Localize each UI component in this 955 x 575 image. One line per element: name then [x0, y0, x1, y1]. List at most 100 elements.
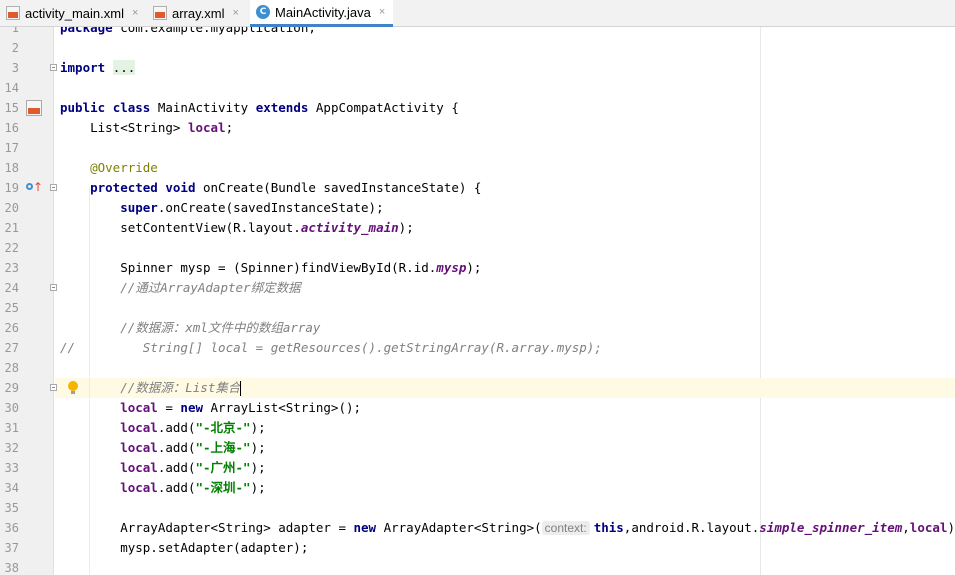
line-number: 15	[4, 101, 19, 115]
line-number: 22	[4, 241, 19, 255]
tab-label: array.xml	[172, 5, 225, 21]
fold-toggle-icon[interactable]	[50, 64, 57, 71]
code-line: 2	[0, 38, 955, 58]
tab-label: MainActivity.java	[275, 4, 371, 20]
code-text: Spinner mysp = (Spinner)findViewById(R.i…	[60, 258, 481, 278]
override-icon[interactable]	[26, 183, 33, 190]
line-number: 16	[4, 121, 19, 135]
code-token: );	[466, 260, 482, 275]
fold-toggle-icon[interactable]	[50, 184, 57, 191]
code-text: super.onCreate(savedInstanceState);	[60, 198, 383, 218]
xml-file-icon	[153, 6, 167, 20]
code-token: List<String>	[60, 120, 188, 135]
keyword: import	[60, 60, 106, 75]
annotation: @Override	[60, 160, 158, 175]
code-line: 14	[0, 78, 955, 98]
code-line: 24 //通过ArrayAdapter绑定数据	[0, 278, 955, 298]
line-number: 2	[11, 41, 19, 55]
java-class-icon: C	[256, 5, 270, 19]
code-token: );	[250, 420, 266, 435]
tab-array-xml[interactable]: array.xml ×	[153, 0, 245, 26]
code-line: 16 List<String> local;	[0, 118, 955, 138]
editor-tab-bar: activity_main.xml × array.xml × C MainAc…	[0, 0, 955, 27]
field-token: local	[60, 480, 158, 495]
code-token: MainActivity	[150, 100, 256, 115]
parameter-hint: context:	[541, 521, 590, 535]
code-line: 23 Spinner mysp = (Spinner)findViewById(…	[0, 258, 955, 278]
line-number: 25	[4, 301, 19, 315]
code-token: ArrayList<String>();	[203, 400, 362, 415]
field-token: local	[60, 420, 158, 435]
code-token: com.example.myapplication;	[112, 27, 316, 35]
folded-imports[interactable]: ...	[112, 60, 136, 75]
code-line: 22	[0, 238, 955, 258]
line-number: 18	[4, 161, 19, 175]
code-line: 21 setContentView(R.layout.activity_main…	[0, 218, 955, 238]
code-line: 3 import ...	[0, 58, 955, 78]
code-token: ArrayAdapter<String> adapter =	[60, 520, 354, 535]
keyword: void	[157, 180, 196, 195]
code-token: );	[250, 480, 266, 495]
code-line: 34 local.add("-深圳-");	[0, 478, 955, 498]
code-text: ArrayAdapter<String> adapter = new Array…	[60, 518, 955, 538]
code-line: 30 local = new ArrayList<String>();	[0, 398, 955, 418]
code-token: Spinner mysp = (Spinner)findViewById(R.i…	[60, 260, 437, 275]
line-number: 36	[4, 521, 19, 535]
code-text: mysp.setAdapter(adapter);	[60, 540, 309, 555]
code-token: );	[947, 520, 955, 535]
code-line: 33 local.add("-广州-");	[0, 458, 955, 478]
code-line-current: 29 //数据源：List集合	[0, 378, 955, 398]
field-token: mysp	[436, 260, 467, 275]
code-line: 27 // String[] local = getResources().ge…	[0, 338, 955, 358]
keyword: super	[60, 200, 158, 215]
code-line: 36 ArrayAdapter<String> adapter = new Ar…	[0, 518, 955, 538]
tab-main-activity-java[interactable]: C MainActivity.java ×	[250, 0, 393, 27]
fold-toggle-icon[interactable]	[50, 384, 57, 391]
tab-label: activity_main.xml	[25, 5, 124, 21]
arrow-up-icon[interactable]: ↑	[33, 180, 43, 196]
close-icon[interactable]: ×	[232, 7, 238, 19]
xml-file-icon	[6, 6, 20, 20]
code-line: 19 ↑ protected void onCreate(Bundle save…	[0, 178, 955, 198]
code-token: setContentView(R.layout.	[60, 220, 301, 235]
code-token: ,	[902, 520, 910, 535]
code-text: //数据源：List集合	[60, 378, 242, 398]
code-line: 32 local.add("-上海-");	[0, 438, 955, 458]
code-text: setContentView(R.layout.activity_main);	[60, 218, 414, 238]
code-text: local.add("-上海-");	[60, 438, 265, 458]
keyword: package	[60, 27, 113, 35]
code-token: ,android.R.layout.	[623, 520, 760, 535]
code-line: 38	[0, 558, 955, 575]
code-token: ArrayAdapter<String>(	[376, 520, 542, 535]
keyword: new	[180, 400, 203, 415]
line-number: 28	[4, 361, 19, 375]
code-line: 1 package com.example.myapplication;	[0, 27, 955, 38]
comment: // String[] local = getResources().getSt…	[60, 340, 602, 355]
close-icon[interactable]: ×	[379, 6, 385, 18]
line-number: 35	[4, 501, 19, 515]
code-token: );	[250, 460, 266, 475]
line-number: 33	[4, 461, 19, 475]
comment: //数据源：List集合	[60, 380, 241, 395]
code-token: .add(	[157, 420, 196, 435]
code-token: AppCompatActivity {	[308, 100, 459, 115]
fold-toggle-icon[interactable]	[50, 284, 57, 291]
line-number: 37	[4, 541, 19, 555]
keyword: extends	[255, 100, 309, 115]
code-line: 15 public class MainActivity extends App…	[0, 98, 955, 118]
line-number: 19	[4, 181, 19, 195]
code-text: List<String> local;	[60, 118, 233, 138]
code-line: 18 @Override	[0, 158, 955, 178]
line-number: 17	[4, 141, 19, 155]
keyword: class	[112, 100, 151, 115]
class-layout-icon[interactable]	[26, 100, 42, 116]
code-editor[interactable]: 1 package com.example.myapplication; 2 3…	[0, 27, 955, 575]
field-token: local	[187, 120, 226, 135]
field-token: local	[60, 440, 158, 455]
tab-activity-main-xml[interactable]: activity_main.xml ×	[6, 0, 146, 26]
close-icon[interactable]: ×	[132, 7, 138, 19]
line-number: 32	[4, 441, 19, 455]
line-number: 14	[4, 81, 19, 95]
keyword: public	[60, 100, 106, 115]
code-text: local.add("-广州-");	[60, 458, 266, 478]
